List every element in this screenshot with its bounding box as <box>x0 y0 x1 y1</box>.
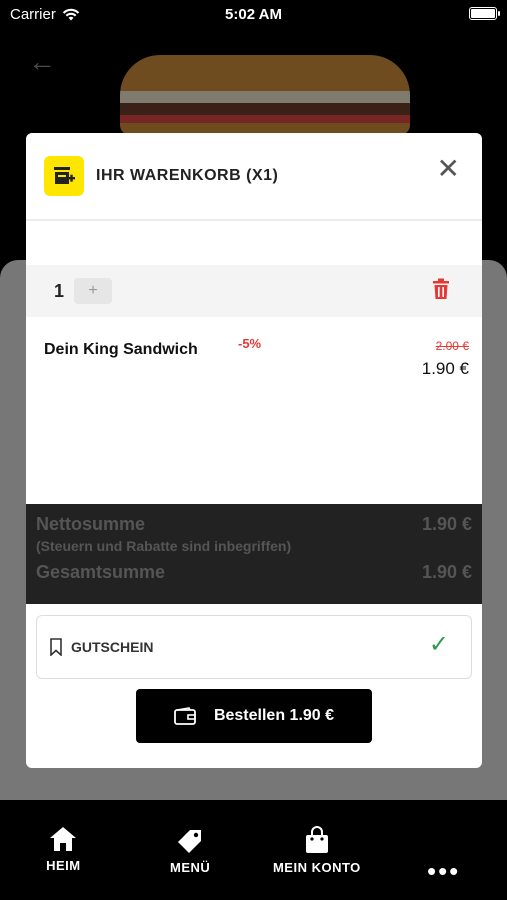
nav-label-menu: MENÜ <box>169 860 211 875</box>
voucher-field[interactable]: GUTSCHEIN ✓ <box>36 615 472 679</box>
quantity-row: 1 + <box>26 265 482 317</box>
quantity-plus-button[interactable]: + <box>74 278 113 304</box>
cart-item: Dein King Sandwich -5% 2.00 € 1.90 € <box>26 333 482 393</box>
shopping-bag-icon <box>305 826 328 853</box>
wallet-icon <box>174 707 196 725</box>
item-old-price: 2.00 € <box>435 339 469 353</box>
item-price: 1.90 € <box>421 359 469 378</box>
quantity-value: 1 <box>54 280 65 301</box>
net-total-value: 1.90 € <box>421 514 472 534</box>
voucher-label: GUTSCHEIN <box>71 639 154 655</box>
tag-icon <box>178 830 202 853</box>
more-icon: ••• <box>426 856 461 886</box>
nav-item-home[interactable]: HEIM <box>0 800 127 900</box>
item-name: Dein King Sandwich <box>44 341 198 358</box>
bottom-navigation: HEIM MENÜ MEIN KONTO ••• <box>0 800 507 900</box>
battery-icon <box>469 7 500 20</box>
nav-item-more[interactable]: ••• <box>380 800 507 900</box>
totals-panel: Nettosumme 1.90 € (Steuern und Rabatte s… <box>26 504 482 604</box>
check-icon[interactable]: ✓ <box>429 630 449 659</box>
grand-total-label: Gesamtsumme <box>36 562 166 582</box>
item-discount-badge: -5% <box>238 336 262 351</box>
nav-item-account[interactable]: MEIN KONTO <box>254 800 381 900</box>
order-button[interactable]: Bestellen 1.90 € <box>136 689 372 743</box>
cart-modal: IHR WARENKORB (X1) ✕ 1 + Dein King Sandw… <box>26 133 482 768</box>
nav-label-home: HEIM <box>46 858 81 873</box>
order-button-label: Bestellen 1.90 € <box>213 707 335 724</box>
status-bar: Carrier 5:02 AM <box>0 0 507 28</box>
modal-header: IHR WARENKORB (X1) ✕ <box>26 133 482 221</box>
nav-label-account: MEIN KONTO <box>272 860 361 875</box>
bookmark-icon <box>50 638 62 656</box>
net-total-label: Nettosumme <box>36 514 146 534</box>
grand-total-value: 1.90 € <box>421 562 472 582</box>
nav-item-menu[interactable]: MENÜ <box>127 800 254 900</box>
tax-note: (Steuern und Rabatte sind inbegriffen) <box>36 538 292 554</box>
close-icon[interactable]: ✕ <box>437 155 460 183</box>
modal-title: IHR WARENKORB (X1) <box>96 167 279 184</box>
trash-icon[interactable] <box>432 278 450 305</box>
cart-icon <box>44 156 84 196</box>
home-icon <box>50 827 77 851</box>
clock: 5:02 AM <box>225 6 282 23</box>
